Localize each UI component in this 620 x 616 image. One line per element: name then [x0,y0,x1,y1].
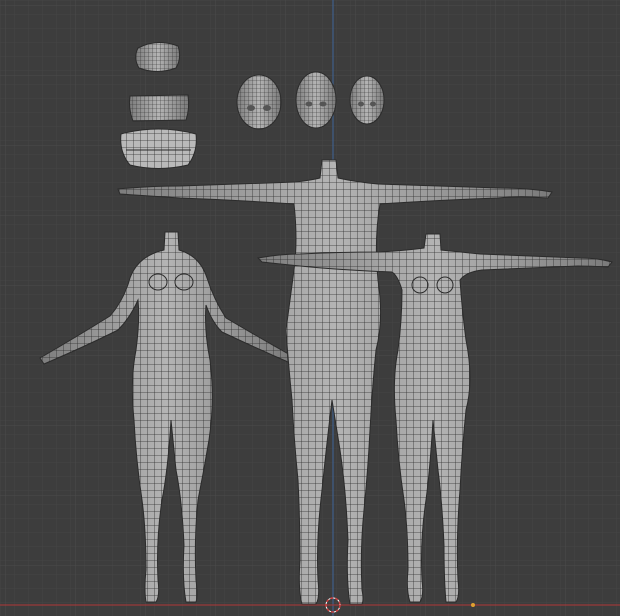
teeth-mesh[interactable] [120,128,197,169]
head-mesh-male[interactable] [295,71,337,129]
3d-viewport[interactable] [0,0,620,616]
origin-point-icon [471,603,475,607]
gums-mesh[interactable] [128,94,190,122]
head-mesh-child[interactable] [236,74,282,130]
head-mesh-female[interactable] [349,75,385,125]
tongue-mesh[interactable] [135,42,181,72]
